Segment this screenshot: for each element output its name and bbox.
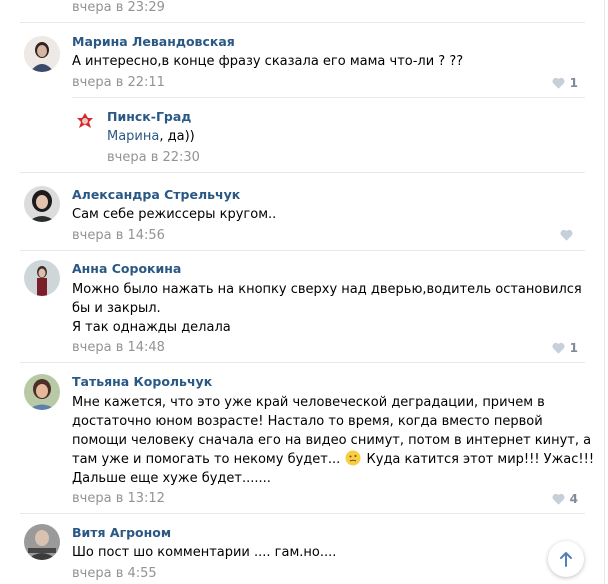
- comment-date[interactable]: вчера в 14:56: [72, 228, 165, 244]
- comment-author[interactable]: Марина Левандовская: [72, 34, 235, 50]
- comment-text: А интересно,в конце фразу сказала его ма…: [72, 54, 464, 69]
- like-count: 4: [569, 492, 578, 506]
- comment-text-line: Я так однажды делала: [72, 320, 231, 335]
- comment-date[interactable]: вчера в 22:11: [72, 75, 165, 91]
- comment-text-line: помощи человеку сначала его на видео сни…: [72, 433, 592, 448]
- avatar-photo: [24, 524, 60, 560]
- comment-author[interactable]: Александра Стрельчук: [72, 187, 240, 203]
- separator: [72, 97, 585, 98]
- arrow-up-icon: [560, 552, 572, 567]
- avatar-photo: [24, 260, 60, 296]
- avatar[interactable]: [24, 36, 60, 72]
- avatar[interactable]: [24, 374, 60, 410]
- comment-date[interactable]: вчера в 23:29: [72, 0, 165, 16]
- avatar-logo: [74, 110, 96, 132]
- comment-text: Марина, да)): [107, 127, 195, 146]
- avatar[interactable]: [24, 260, 60, 296]
- heart-icon: [560, 229, 573, 241]
- heart-icon: [552, 77, 565, 89]
- comment-date[interactable]: вчера в 4:55: [72, 566, 157, 582]
- comment-text: Сам себе режиссеры кругом..: [72, 207, 277, 222]
- comment-date[interactable]: вчера в 13:12: [72, 491, 165, 507]
- comment-text-line: Дальше еще хуже будет.......: [72, 471, 271, 486]
- like-button[interactable]: [560, 229, 578, 241]
- avatar[interactable]: [74, 110, 96, 132]
- like-count: 1: [569, 341, 578, 355]
- like-button[interactable]: 1: [552, 76, 578, 90]
- comment-text-line: Мне кажется, что это уже край человеческ…: [72, 395, 545, 410]
- comment-author[interactable]: Пинск-Град: [107, 109, 191, 125]
- comment-text-line: бы и закрыл.: [72, 301, 161, 316]
- avatar[interactable]: [24, 524, 60, 560]
- separator: [20, 250, 585, 251]
- like-button[interactable]: 1: [552, 341, 578, 355]
- comment-text-line: достаточно юном возрасте! Настало то вре…: [72, 414, 543, 429]
- separator: [20, 362, 585, 363]
- scroll-to-top-button[interactable]: [548, 541, 584, 577]
- thinking-face-emoji: [345, 450, 361, 466]
- comment-author[interactable]: Татьяна Корольчук: [72, 374, 212, 390]
- like-button[interactable]: 4: [552, 492, 578, 506]
- avatar-photo: [24, 374, 60, 410]
- avatar[interactable]: [24, 186, 60, 222]
- reply-text: , да)): [159, 129, 195, 144]
- separator: [20, 172, 585, 173]
- avatar-photo: [24, 36, 60, 72]
- comment-date[interactable]: вчера в 14:48: [72, 340, 165, 356]
- separator: [20, 22, 585, 23]
- comment-text-line: Можно было нажать на кнопку сверху над д…: [72, 282, 582, 297]
- comment-author[interactable]: Витя Агроном: [72, 525, 171, 541]
- like-count: 1: [569, 76, 578, 90]
- reply-mention[interactable]: Марина: [107, 129, 159, 144]
- separator: [20, 513, 585, 514]
- comment-text: Шо пост шо комментарии .... гам.но....: [72, 545, 337, 560]
- heart-icon: [552, 342, 565, 354]
- avatar-photo: [24, 186, 60, 222]
- heart-icon: [552, 493, 565, 505]
- comment-author[interactable]: Анна Сорокина: [72, 261, 181, 277]
- comment-date[interactable]: вчера в 22:30: [107, 150, 200, 166]
- comments-panel: вчера в 23:29 Марина Левандовская А инте…: [0, 0, 605, 584]
- comment-text-line: там уже и помогать то некому будет... Ку…: [72, 450, 594, 469]
- comment-text-part: Куда катится этот мир!!! Ужас!!!: [366, 452, 595, 467]
- comment-text-part: там уже и помогать то некому будет...: [72, 452, 341, 467]
